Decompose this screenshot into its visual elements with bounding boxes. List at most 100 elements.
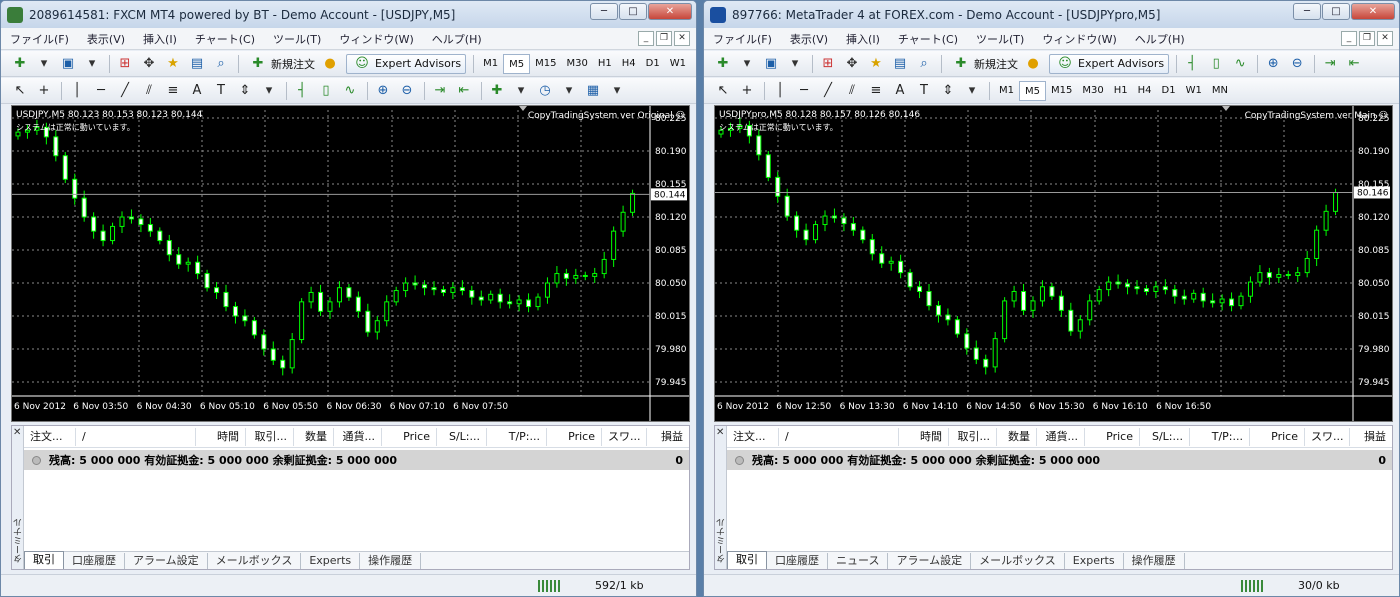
trendline-icon[interactable]: ╱	[114, 81, 136, 101]
navigator-icon[interactable]: ★	[162, 54, 184, 74]
text-label-icon[interactable]: T	[913, 81, 935, 101]
market-watch-icon[interactable]: ⊞	[817, 54, 839, 74]
menu-item[interactable]: チャート(C)	[889, 31, 967, 47]
metaeditor-icon[interactable]: ●	[319, 54, 341, 74]
maximize-button[interactable]: □	[1322, 3, 1350, 20]
line-chart-icon[interactable]: ∿	[1229, 54, 1251, 74]
timeframe-h4[interactable]: H4	[1133, 81, 1157, 101]
horizontal-line-icon[interactable]: ─	[793, 81, 815, 101]
new-order-button[interactable]: ✚ 新規注文	[243, 54, 319, 74]
candlestick-icon[interactable]: ▯	[1205, 54, 1227, 74]
timeframe-h1[interactable]: H1	[1109, 81, 1133, 101]
terminal-tab[interactable]: Experts	[301, 553, 361, 569]
profiles-icon[interactable]: ▣	[760, 54, 782, 74]
column-header[interactable]: T/P:...	[487, 427, 547, 446]
terminal-tab[interactable]: アラーム設定	[125, 553, 208, 569]
equidistant-channel-icon[interactable]: ⫽	[841, 81, 863, 101]
cursor-icon[interactable]: ↖	[712, 81, 734, 101]
fibonacci-icon[interactable]: ≡	[162, 81, 184, 101]
timeframe-m30[interactable]: M30	[562, 54, 593, 74]
timeframe-m5[interactable]: M5	[503, 53, 531, 74]
auto-scroll-icon[interactable]: ⇥	[1319, 54, 1341, 74]
close-button[interactable]: ✕	[648, 3, 692, 20]
column-header[interactable]: Price	[1085, 427, 1140, 446]
text-label-icon[interactable]: T	[210, 81, 232, 101]
maximize-button[interactable]: □	[619, 3, 647, 20]
column-header[interactable]: 時間	[196, 427, 246, 446]
new-chart-icon[interactable]: ✚	[712, 54, 734, 74]
menu-item[interactable]: 挿入(I)	[837, 31, 889, 47]
menu-item[interactable]: ツール(T)	[967, 31, 1033, 47]
terminal-tab[interactable]: 取引	[727, 551, 767, 569]
minimize-button[interactable]: ─	[1293, 3, 1321, 20]
column-header[interactable]: 取引...	[949, 427, 997, 446]
column-header[interactable]: スワ...	[602, 427, 647, 446]
trendline-icon[interactable]: ╱	[817, 81, 839, 101]
terminal-tab[interactable]: メールボックス	[971, 553, 1065, 569]
mdi-restore-button[interactable]: ❐	[1359, 31, 1375, 46]
column-header[interactable]: 注文...	[727, 427, 779, 446]
timeframe-m1[interactable]: M1	[994, 81, 1019, 101]
timeframe-w1[interactable]: W1	[665, 54, 691, 74]
profiles-icon[interactable]: ▣	[57, 54, 79, 74]
menu-item[interactable]: 挿入(I)	[134, 31, 186, 47]
vertical-line-icon[interactable]: │	[769, 81, 791, 101]
equidistant-channel-icon[interactable]: ⫽	[138, 81, 160, 101]
menu-item[interactable]: 表示(V)	[78, 31, 134, 47]
chart-shift-marker[interactable]	[519, 106, 527, 111]
timeframe-m1[interactable]: M1	[478, 54, 503, 74]
column-header[interactable]: 損益	[655, 428, 689, 446]
menu-item[interactable]: ツール(T)	[264, 31, 330, 47]
chart-canvas[interactable]: 80.22580.19080.15580.12080.08580.05080.0…	[12, 106, 689, 421]
bar-chart-icon[interactable]: ┤	[1181, 54, 1203, 74]
dropdown-arrow-icon[interactable]: ▾	[606, 81, 628, 101]
column-header[interactable]: /	[76, 427, 196, 446]
terminal-tab[interactable]: 操作履歴	[1124, 553, 1185, 569]
expert-advisors-button[interactable]: ☺ Expert Advisors	[346, 53, 467, 74]
column-header[interactable]: 通貨...	[1037, 427, 1085, 446]
terminal-tab[interactable]: メールボックス	[208, 553, 302, 569]
zoom-in-icon[interactable]: ⊕	[1262, 54, 1284, 74]
column-header[interactable]: Price	[1250, 427, 1305, 446]
column-header[interactable]: スワ...	[1305, 427, 1350, 446]
minimize-button[interactable]: ─	[590, 3, 618, 20]
strategy-tester-icon[interactable]: ⌕	[913, 54, 935, 74]
zoom-out-icon[interactable]: ⊖	[1286, 54, 1308, 74]
timeframe-m5[interactable]: M5	[1019, 80, 1046, 101]
text-icon[interactable]: A	[186, 81, 208, 101]
terminal-tab[interactable]: 口座履歴	[767, 553, 828, 569]
column-header[interactable]: 数量	[997, 427, 1037, 446]
expert-advisors-button[interactable]: ☺ Expert Advisors	[1049, 53, 1170, 74]
terminal-close-icon[interactable]: ✕	[716, 427, 724, 438]
auto-scroll-icon[interactable]: ⇥	[429, 81, 451, 101]
column-header[interactable]: 数量	[294, 427, 334, 446]
dropdown-arrow-icon[interactable]: ▾	[736, 54, 758, 74]
data-window-icon[interactable]: ✥	[138, 54, 160, 74]
mdi-close-button[interactable]: ✕	[674, 31, 690, 46]
vertical-line-icon[interactable]: │	[66, 81, 88, 101]
terminal-tab[interactable]: 取引	[24, 551, 64, 569]
text-icon[interactable]: A	[889, 81, 911, 101]
terminal-tab[interactable]: ニュース	[828, 553, 889, 569]
periods-icon[interactable]: ◷	[534, 81, 556, 101]
menu-item[interactable]: ファイル(F)	[1, 31, 78, 47]
templates-icon[interactable]: ▦	[582, 81, 604, 101]
candlestick-icon[interactable]: ▯	[315, 81, 337, 101]
chart-shift-marker[interactable]	[1222, 106, 1230, 111]
fibonacci-icon[interactable]: ≡	[865, 81, 887, 101]
menu-item[interactable]: ウィンドウ(W)	[330, 31, 422, 47]
dropdown-arrow-icon[interactable]: ▾	[558, 81, 580, 101]
zoom-in-icon[interactable]: ⊕	[372, 81, 394, 101]
terminal-tab[interactable]: 操作履歴	[360, 553, 422, 569]
close-button[interactable]: ✕	[1351, 3, 1395, 20]
zoom-out-icon[interactable]: ⊖	[396, 81, 418, 101]
column-header[interactable]: 注文...	[24, 427, 76, 446]
menu-item[interactable]: 表示(V)	[781, 31, 837, 47]
chart-shift-icon[interactable]: ⇤	[1343, 54, 1365, 74]
column-header[interactable]: S/L:...	[437, 427, 487, 446]
price-chart[interactable]: 80.225 80.190 80.155 80.120 80.085 80.050 80.0…	[714, 105, 1393, 422]
menu-item[interactable]: ファイル(F)	[704, 31, 781, 47]
timeframe-h1[interactable]: H1	[593, 54, 617, 74]
terminal-tab[interactable]: Experts	[1065, 553, 1124, 569]
chart-shift-icon[interactable]: ⇤	[453, 81, 475, 101]
